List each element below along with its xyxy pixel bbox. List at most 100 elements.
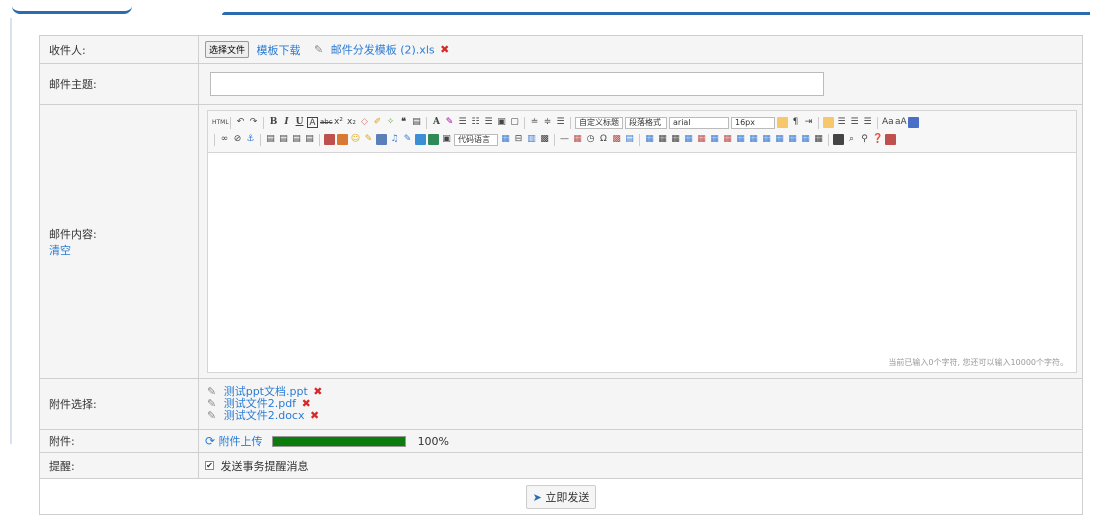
anchor-icon[interactable]: ⚓ [245, 134, 256, 145]
subscript-icon[interactable]: x₂ [346, 117, 357, 128]
redo-icon[interactable]: ↷ [248, 117, 259, 128]
active-tab-indicator[interactable] [12, 6, 132, 14]
image-right-icon[interactable]: ▤ [291, 134, 302, 145]
superscript-icon[interactable]: x² [333, 117, 344, 128]
font-family-select[interactable]: arial [669, 116, 729, 129]
strikethrough-icon[interactable]: abc [320, 117, 333, 128]
send-button[interactable]: ➤ 立即发送 [525, 484, 597, 509]
auto-format-icon[interactable]: ✧ [385, 117, 396, 128]
background-icon[interactable]: ▥ [526, 134, 537, 145]
help-icon[interactable]: ❓ [872, 134, 883, 145]
unlink-icon[interactable]: ⊘ [232, 134, 243, 145]
map-icon[interactable] [415, 134, 426, 145]
delete-col-icon[interactable]: ▦ [722, 134, 733, 145]
multi-image-icon[interactable] [337, 134, 348, 145]
indent-icon[interactable]: ⇥ [803, 117, 814, 128]
remove-file-icon[interactable]: ✖ [440, 43, 449, 56]
word-image-icon[interactable]: ▩ [611, 134, 622, 145]
horizontal-rule-icon[interactable]: — [559, 134, 570, 145]
recipient-file-link[interactable]: 邮件分发模板 (2).xls [331, 44, 435, 57]
italic-icon[interactable]: I [281, 117, 292, 128]
print-icon[interactable] [833, 134, 844, 145]
merge-right-icon[interactable]: ▦ [748, 134, 759, 145]
subject-input[interactable] [210, 72, 824, 96]
choose-file-button[interactable]: 选择文件 [205, 41, 250, 58]
ltr-icon[interactable] [777, 117, 788, 128]
highlight-icon[interactable]: ✎ [444, 117, 455, 128]
align-left-icon[interactable] [823, 117, 834, 128]
split-cells-icon[interactable]: ▦ [774, 134, 785, 145]
search-icon[interactable]: ⚲ [859, 134, 870, 145]
scrawl-icon[interactable]: ✎ [363, 134, 374, 145]
merge-cells-icon[interactable]: ▦ [735, 134, 746, 145]
lowercase-icon[interactable]: aA [895, 117, 907, 128]
blockquote-icon[interactable]: ❝ [398, 117, 409, 128]
template-icon[interactable]: ▦ [500, 134, 511, 145]
insert-row-icon[interactable]: ▦ [683, 134, 694, 145]
reminder-checkbox[interactable]: ✔ [205, 461, 214, 470]
bold-icon[interactable]: B [268, 117, 279, 128]
uppercase-icon[interactable]: Aa [882, 117, 894, 128]
emotion-icon[interactable]: ☺ [350, 134, 361, 145]
format-brush-icon[interactable]: ✐ [372, 117, 383, 128]
video-icon[interactable] [376, 134, 387, 145]
attachment-link[interactable]: 测试文件2.docx [224, 409, 305, 422]
undo-icon[interactable]: ↶ [235, 117, 246, 128]
fullscreen-icon[interactable] [908, 117, 919, 128]
code-language-select[interactable]: 代码语言 [454, 133, 498, 146]
insert-table-icon[interactable]: ▦ [644, 134, 655, 145]
font-color-icon[interactable]: A [431, 117, 442, 128]
drafts-icon[interactable] [885, 134, 896, 145]
image-center-icon[interactable]: ▤ [304, 134, 315, 145]
search-replace-icon[interactable]: ▤ [624, 134, 635, 145]
row-spacing-bottom-icon[interactable]: ≑ [542, 117, 553, 128]
attachment-icon[interactable]: ✎ [402, 134, 413, 145]
paste-text-icon[interactable]: ▤ [411, 117, 422, 128]
upload-icon[interactable]: ⟳ [205, 434, 215, 448]
ordered-list-icon[interactable]: ☰ [483, 117, 494, 128]
eraser-icon[interactable]: ◇ [359, 117, 370, 128]
row-spacing-top-icon[interactable]: ≐ [529, 117, 540, 128]
split-rows-icon[interactable]: ▦ [787, 134, 798, 145]
rtl-icon[interactable]: ¶ [790, 117, 801, 128]
editor-content-area[interactable] [208, 153, 1076, 357]
snapscreen-icon[interactable]: ▩ [539, 134, 550, 145]
list-icon[interactable]: ☷ [470, 117, 481, 128]
delete-table-icon[interactable]: ▦ [657, 134, 668, 145]
image-none-icon[interactable]: ▤ [265, 134, 276, 145]
preview-icon[interactable]: ⌕ [846, 134, 857, 145]
heading-select[interactable]: 自定义标题 [575, 116, 623, 129]
delete-row-icon[interactable]: ▦ [696, 134, 707, 145]
line-spacing-icon[interactable]: ☰ [555, 117, 566, 128]
clear-doc-icon[interactable]: ▢ [509, 117, 520, 128]
align-right-icon[interactable]: ☰ [849, 117, 860, 128]
insert-paragraph-icon[interactable]: ▦ [670, 134, 681, 145]
border-icon[interactable]: A [307, 117, 318, 128]
music-icon[interactable]: ♫ [389, 134, 400, 145]
select-all-icon[interactable]: ▣ [496, 117, 507, 128]
font-size-select[interactable]: 16px [731, 116, 775, 129]
line-height-icon[interactable]: ☰ [457, 117, 468, 128]
remove-attachment-icon[interactable]: ✖ [310, 409, 319, 422]
insert-col-icon[interactable]: ▦ [709, 134, 720, 145]
align-center-icon[interactable]: ☰ [836, 117, 847, 128]
pagebreak-icon[interactable]: ⊟ [513, 134, 524, 145]
link-icon[interactable]: ∞ [219, 134, 230, 145]
gmap-icon[interactable] [428, 134, 439, 145]
time-icon[interactable]: ◷ [585, 134, 596, 145]
upload-link[interactable]: 附件上传 [219, 435, 263, 448]
split-cols-icon[interactable]: ▦ [800, 134, 811, 145]
clear-link[interactable]: 清空 [49, 244, 71, 257]
table-style-icon[interactable]: ▦ [813, 134, 824, 145]
remove-attachment-icon[interactable]: ✖ [313, 385, 322, 398]
align-justify-icon[interactable]: ☰ [862, 117, 873, 128]
paragraph-select[interactable]: 段落格式 [625, 116, 667, 129]
frame-icon[interactable]: ▣ [441, 134, 452, 145]
image-left-icon[interactable]: ▤ [278, 134, 289, 145]
image-icon[interactable] [324, 134, 335, 145]
date-icon[interactable]: ▦ [572, 134, 583, 145]
merge-down-icon[interactable]: ▦ [761, 134, 772, 145]
underline-icon[interactable]: U [294, 117, 305, 128]
special-char-icon[interactable]: Ω [598, 134, 609, 145]
template-download-link[interactable]: 模板下载 [257, 44, 301, 57]
